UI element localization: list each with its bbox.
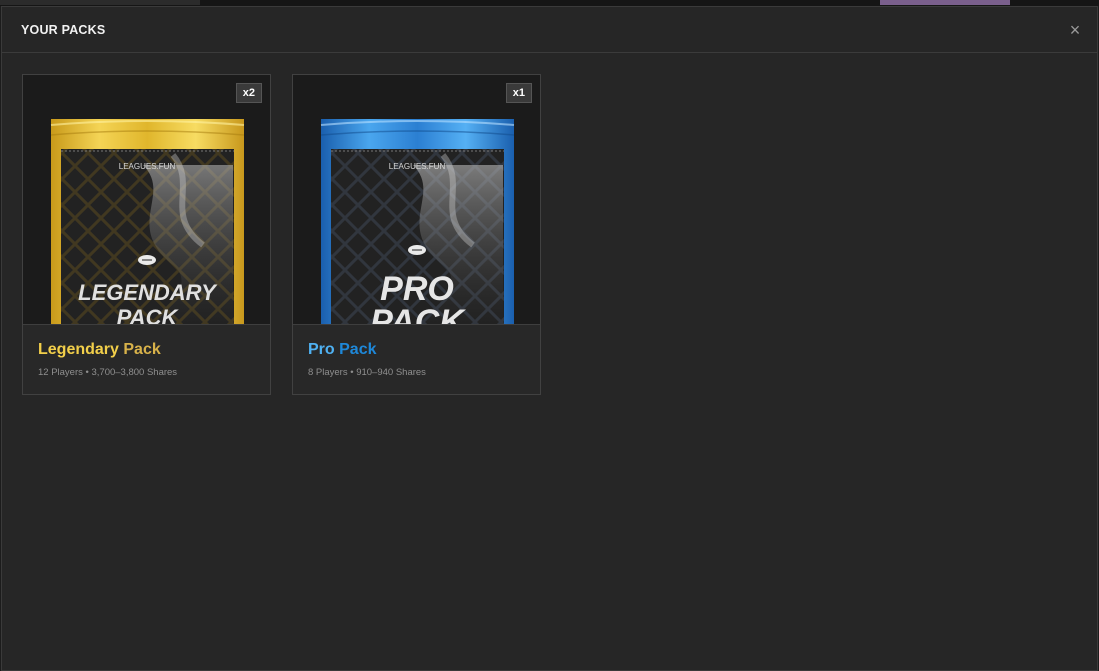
pack-card-pro[interactable]: x1 LEAGUES.FUN PRO PACK Pro Pack 8 Playe… [292, 74, 541, 395]
legendary-pack-art: LEAGUES.FUN LEGENDARY PACK [23, 75, 270, 325]
svg-text:PACK: PACK [370, 303, 466, 325]
background-element [0, 0, 200, 5]
svg-text:LEAGUES.FUN: LEAGUES.FUN [389, 162, 446, 171]
pack-details: 8 Players • 910–940 Shares [308, 367, 426, 378]
svg-text:LEGENDARY: LEGENDARY [78, 280, 218, 305]
pack-image: x2 LEAGUES.FUN LEGENDARY PACK [23, 75, 270, 325]
modal-header: YOUR PACKS × [2, 7, 1097, 53]
pack-info: Pro Pack 8 Players • 910–940 Shares [293, 325, 540, 394]
pro-pack-art: LEAGUES.FUN PRO PACK [293, 75, 540, 325]
packs-modal: YOUR PACKS × x2 LEAGUES.FUN LEGENDARY PA… [1, 6, 1098, 671]
pack-details: 12 Players • 3,700–3,800 Shares [38, 367, 178, 378]
packs-grid: x2 LEAGUES.FUN LEGENDARY PACK Legendary … [22, 74, 541, 395]
pack-count-badge: x2 [235, 83, 262, 103]
pack-info: Legendary Pack 12 Players • 3,700–3,800 … [23, 325, 270, 394]
close-button[interactable]: × [1065, 20, 1085, 40]
modal-title: YOUR PACKS [21, 22, 106, 37]
pack-image: x1 LEAGUES.FUN PRO PACK [293, 75, 540, 325]
pack-name: Legendary Pack [38, 341, 161, 358]
pack-count-badge: x1 [505, 83, 532, 103]
pack-brand-text: LEAGUES.FUN [119, 162, 176, 171]
background-element [880, 0, 1010, 5]
close-icon: × [1069, 19, 1081, 40]
svg-text:PACK: PACK [117, 305, 180, 325]
pack-name: Pro Pack [308, 341, 377, 358]
pack-card-legendary[interactable]: x2 LEAGUES.FUN LEGENDARY PACK Legendary … [22, 74, 271, 395]
